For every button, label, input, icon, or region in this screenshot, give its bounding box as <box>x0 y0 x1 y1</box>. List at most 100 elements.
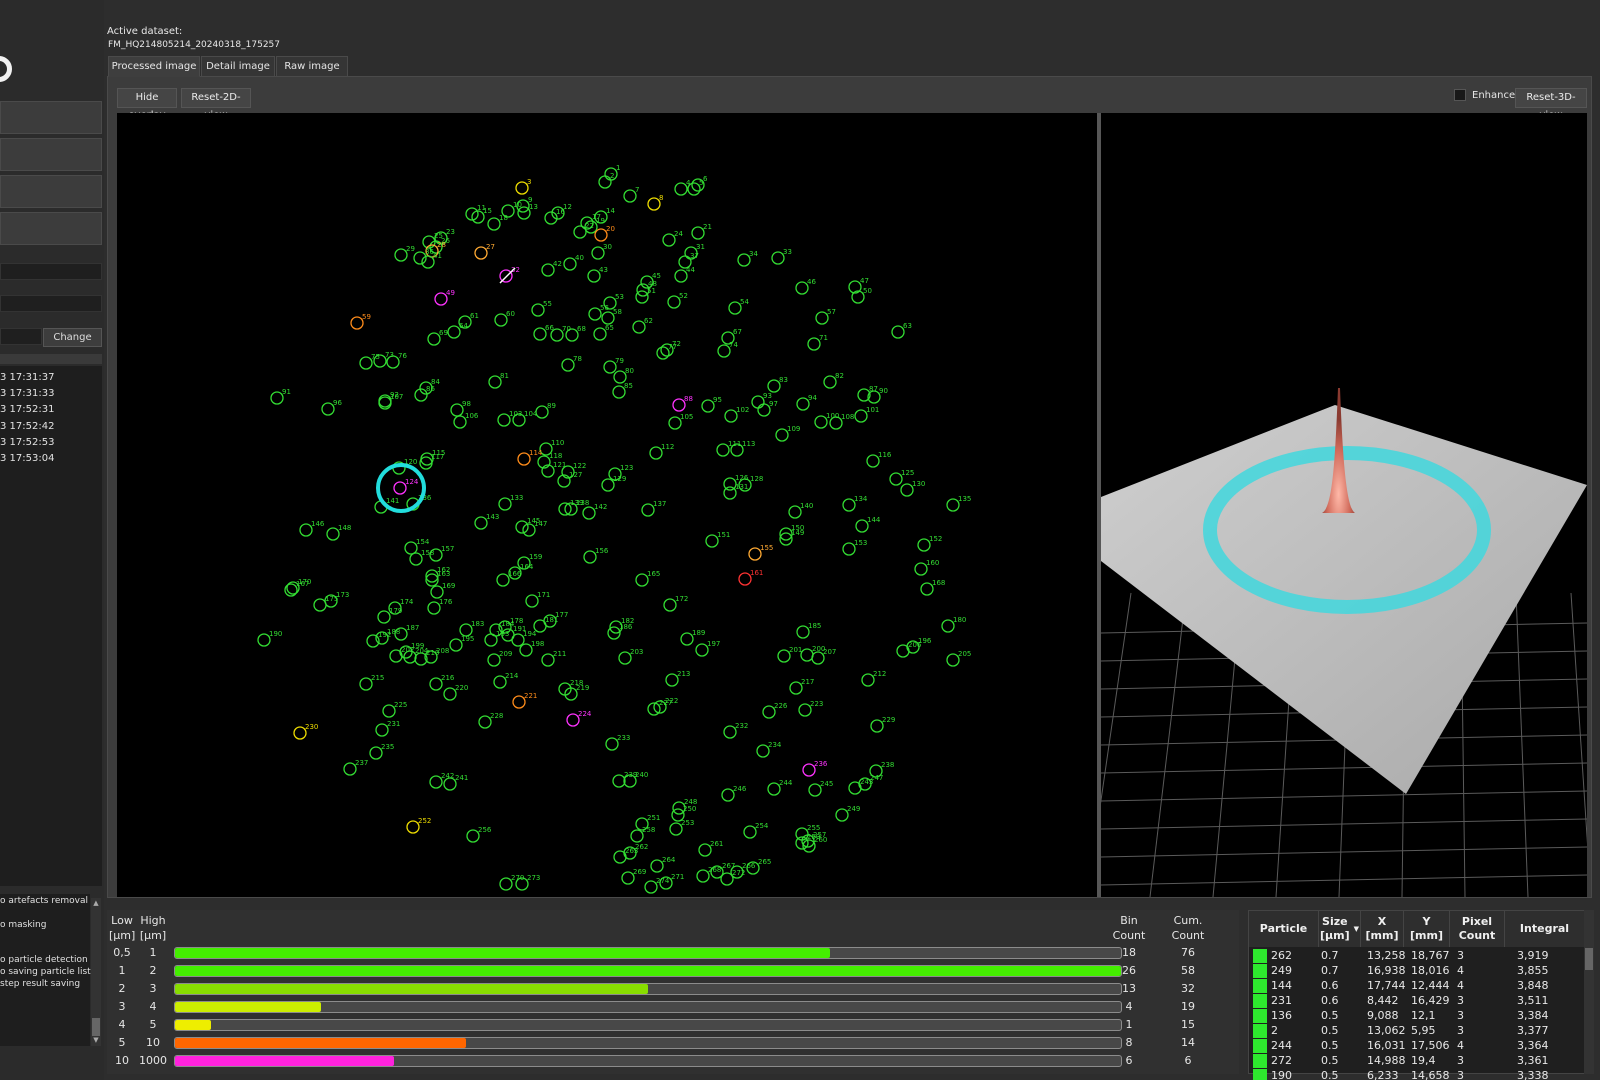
log-entry[interactable]: 3 17:52:53 <box>0 437 54 448</box>
particle-id[interactable]: 231 <box>1271 994 1292 1007</box>
log-entry[interactable]: 3 17:52:31 <box>0 404 54 415</box>
particle-x[interactable]: 9,088 <box>1367 1009 1399 1022</box>
reset-2d-view-button[interactable]: Reset-2D-view <box>181 88 251 121</box>
particle-y[interactable]: 16,429 <box>1411 994 1450 1007</box>
particle-x[interactable]: 16,031 <box>1367 1039 1406 1052</box>
particle-x[interactable]: 14,988 <box>1367 1054 1406 1067</box>
particle-x[interactable]: 17,744 <box>1367 979 1406 992</box>
particle-y[interactable]: 19,4 <box>1411 1054 1436 1067</box>
particle-pixel-count[interactable]: 3 <box>1457 1024 1464 1037</box>
particle-id[interactable]: 249 <box>1271 964 1292 977</box>
tab-processed-image[interactable]: Processed image <box>108 56 200 77</box>
step-item[interactable]: o masking <box>0 920 46 930</box>
particle-size[interactable]: 0.7 <box>1321 964 1339 977</box>
3d-surface-plot[interactable] <box>1101 113 1587 897</box>
processed-image-2d-view[interactable]: 1 2 3 4 5 6 7 8 9 10 11 12 13 14 15 16 17 18 19 20 21 22 23 24 2… <box>117 113 1097 897</box>
particle-x[interactable]: 13,062 <box>1367 1024 1406 1037</box>
enhance-checkbox[interactable] <box>1454 89 1466 101</box>
scroll-down-icon[interactable]: ▼ <box>92 1036 100 1044</box>
particle-pixel-count[interactable]: 3 <box>1457 1069 1464 1080</box>
particle-size[interactable]: 0.5 <box>1321 1009 1339 1022</box>
particle-y[interactable]: 17,506 <box>1411 1039 1450 1052</box>
particle-id[interactable]: 272 <box>1271 1054 1292 1067</box>
particle-pixel-count[interactable]: 3 <box>1457 1054 1464 1067</box>
particle-x[interactable]: 13,258 <box>1367 949 1406 962</box>
particle-y[interactable]: 5,95 <box>1411 1024 1436 1037</box>
step-item[interactable]: o particle detection <box>0 955 88 965</box>
col-particle[interactable]: Particle <box>1249 911 1319 947</box>
particle-label: 114 <box>529 449 543 457</box>
step-item[interactable]: step result saving <box>0 979 80 989</box>
col-x[interactable]: X [mm] <box>1361 911 1404 947</box>
particle-size[interactable]: 0.7 <box>1321 949 1339 962</box>
particle-x[interactable]: 16,938 <box>1367 964 1406 977</box>
col-size[interactable]: Size [µm] ▼ <box>1319 911 1361 947</box>
hide-overlay-button[interactable]: Hide overlay <box>117 88 177 121</box>
side-field-1[interactable] <box>0 263 102 280</box>
particle-x[interactable]: 8,442 <box>1367 994 1399 1007</box>
col-pixel-count[interactable]: Pixel Count <box>1450 911 1505 947</box>
step-list-scrollbar[interactable]: ▲ ▼ <box>91 898 101 1046</box>
selected-particle-ring[interactable] <box>376 463 426 513</box>
side-field-3[interactable] <box>0 328 42 345</box>
particle-id[interactable]: 262 <box>1271 949 1292 962</box>
log-entry[interactable]: 3 17:52:42 <box>0 421 54 432</box>
particle-y[interactable]: 12,1 <box>1411 1009 1436 1022</box>
particle-y[interactable]: 18,767 <box>1411 949 1450 962</box>
side-button-1[interactable] <box>0 101 102 134</box>
tab-raw-image[interactable]: Raw image <box>276 56 348 77</box>
particle-integral[interactable]: 3,377 <box>1517 1024 1549 1037</box>
reset-3d-view-button[interactable]: Reset-3D-view <box>1515 88 1587 121</box>
step-item[interactable]: o artefacts removal <box>0 896 88 906</box>
step-item[interactable]: o saving particle list <box>0 967 91 977</box>
change-button[interactable]: Change <box>43 328 102 347</box>
particle-x[interactable]: 6,233 <box>1367 1069 1399 1080</box>
particle-id[interactable]: 244 <box>1271 1039 1292 1052</box>
particle-integral[interactable]: 3,338 <box>1517 1069 1549 1080</box>
particle-label: 151 <box>717 531 730 539</box>
log-entry[interactable]: 3 17:53:04 <box>0 453 54 464</box>
3d-surface-view[interactable] <box>1101 113 1587 897</box>
particle-integral[interactable]: 3,919 <box>1517 949 1549 962</box>
particle-id[interactable]: 144 <box>1271 979 1292 992</box>
col-integral[interactable]: Integral <box>1505 911 1585 947</box>
particle-size[interactable]: 0.5 <box>1321 1069 1339 1080</box>
particle-pixel-count[interactable]: 4 <box>1457 979 1464 992</box>
side-button-2[interactable] <box>0 138 102 171</box>
particle-overlay[interactable]: 123 4 5 67891011 1213 1415 161718 1920 212223 242… <box>117 113 1097 897</box>
particle-size[interactable]: 0.5 <box>1321 1054 1339 1067</box>
particle-pixel-count[interactable]: 4 <box>1457 1039 1464 1052</box>
particle-y[interactable]: 18,016 <box>1411 964 1450 977</box>
particle-size[interactable]: 0.5 <box>1321 1039 1339 1052</box>
log-entry[interactable]: 3 17:31:33 <box>0 388 54 399</box>
scroll-thumb[interactable] <box>92 1018 100 1036</box>
particle-y[interactable]: 12,444 <box>1411 979 1450 992</box>
particle-table-scrollbar[interactable] <box>1584 910 1594 1074</box>
side-button-4[interactable] <box>0 212 102 245</box>
particle-integral[interactable]: 3,384 <box>1517 1009 1549 1022</box>
particle-size[interactable]: 0.6 <box>1321 994 1339 1007</box>
particle-integral[interactable]: 3,361 <box>1517 1054 1549 1067</box>
scroll-up-icon[interactable]: ▲ <box>92 899 100 907</box>
particle-pixel-count[interactable]: 3 <box>1457 1009 1464 1022</box>
particle-size[interactable]: 0.5 <box>1321 1024 1339 1037</box>
particle-pixel-count[interactable]: 4 <box>1457 964 1464 977</box>
particle-pixel-count[interactable]: 3 <box>1457 994 1464 1007</box>
particle-id[interactable]: 190 <box>1271 1069 1292 1080</box>
particle-id[interactable]: 2 <box>1271 1024 1278 1037</box>
log-entry[interactable]: 3 17:31:37 <box>0 372 54 383</box>
particle-y[interactable]: 14,658 <box>1411 1069 1450 1080</box>
side-button-3[interactable] <box>0 175 102 208</box>
particle-integral[interactable]: 3,848 <box>1517 979 1549 992</box>
particle-size[interactable]: 0.6 <box>1321 979 1339 992</box>
particle-label: 159 <box>529 553 542 561</box>
particle-integral[interactable]: 3,511 <box>1517 994 1549 1007</box>
col-y[interactable]: Y [mm] <box>1404 911 1450 947</box>
side-field-2[interactable] <box>0 295 102 312</box>
particle-id[interactable]: 136 <box>1271 1009 1292 1022</box>
particle-integral[interactable]: 3,364 <box>1517 1039 1549 1052</box>
particle-pixel-count[interactable]: 3 <box>1457 949 1464 962</box>
scroll-thumb[interactable] <box>1585 948 1593 970</box>
tab-detail-image[interactable]: Detail image <box>201 56 275 77</box>
particle-integral[interactable]: 3,855 <box>1517 964 1549 977</box>
